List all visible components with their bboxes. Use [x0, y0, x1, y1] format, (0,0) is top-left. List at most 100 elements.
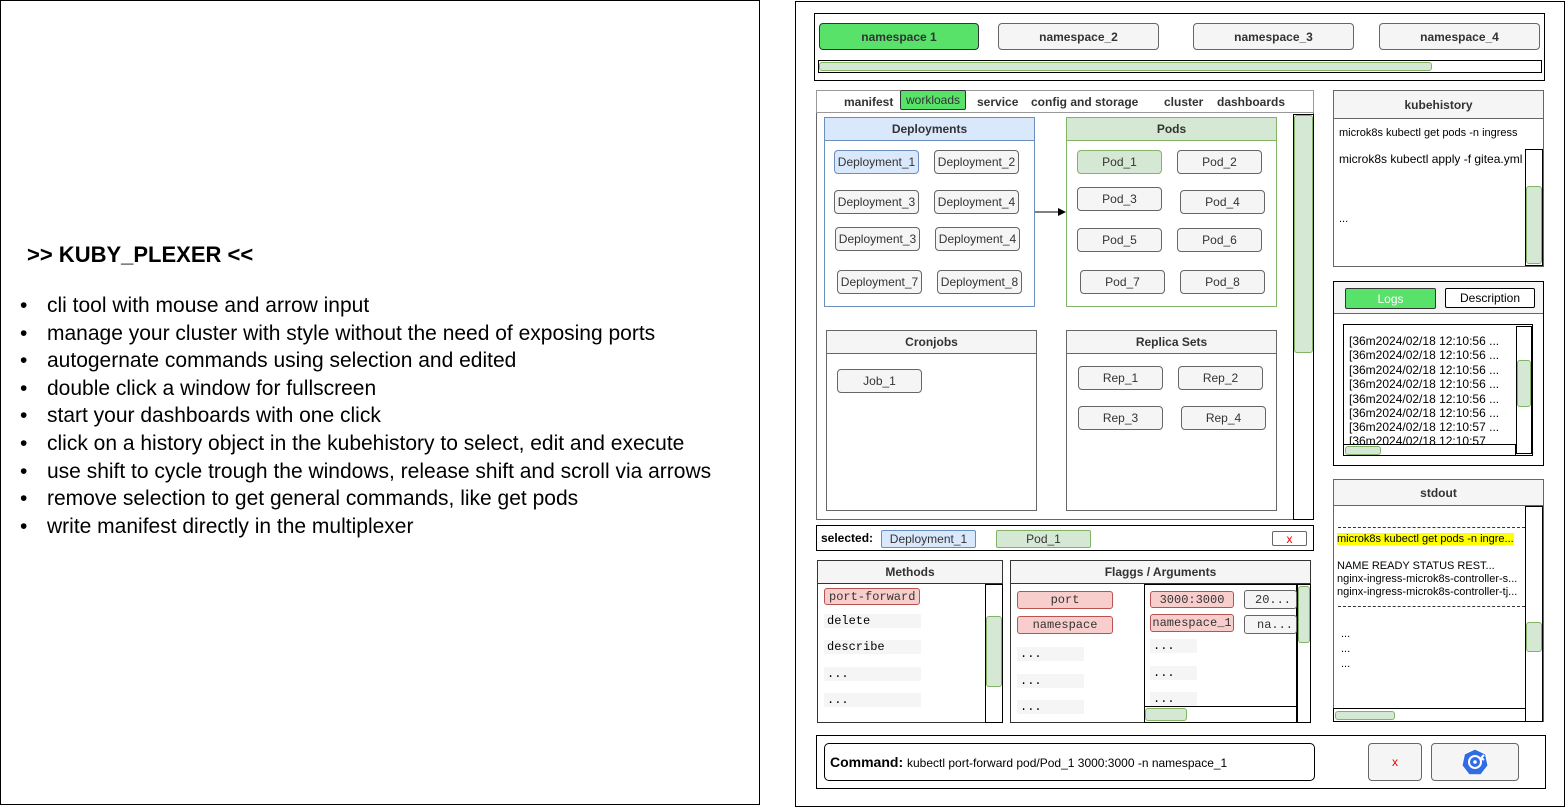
flag-extra-item[interactable]: 20... — [1244, 590, 1297, 609]
flag-name-item[interactable]: ... — [1017, 647, 1084, 661]
selected-deployment[interactable]: Deployment_1 — [881, 530, 976, 548]
pod-item[interactable]: Pod_7 — [1080, 270, 1165, 294]
stdout-dots: ... — [1341, 658, 1351, 670]
logs-scrollbar[interactable] — [1517, 360, 1531, 407]
stdout-dots: ... — [1341, 628, 1351, 640]
feature-item: cli tool with mouse and arrow input — [20, 292, 755, 320]
flag-value-item[interactable]: ... — [1150, 666, 1197, 680]
logs-content: [36m2024/02/18 12:10:56 ... [36m2024/02/… — [1343, 324, 1533, 456]
deployment-item[interactable]: Deployment_3 — [834, 190, 919, 214]
kubehistory-scrollbar[interactable] — [1526, 186, 1542, 264]
tab-config-storage[interactable]: config and storage — [1031, 95, 1138, 109]
kubehistory-title: kubehistory — [1333, 90, 1544, 119]
replicaset-item[interactable]: Rep_2 — [1178, 366, 1263, 390]
pod-item[interactable]: Pod_8 — [1180, 270, 1265, 294]
cronjobs-panel — [826, 330, 1037, 511]
log-line: [36m2024/02/18 12:10:56 ... — [1349, 392, 1500, 406]
flag-value-item[interactable]: namespace_1 — [1150, 614, 1234, 632]
cronjob-item[interactable]: Job_1 — [837, 369, 922, 393]
workloads-scrollbar[interactable] — [1294, 115, 1313, 353]
flags-scrollbar[interactable] — [1298, 586, 1310, 643]
pod-item[interactable]: Pod_6 — [1177, 228, 1262, 252]
namespace-scrollbar[interactable] — [819, 62, 1432, 71]
method-item[interactable]: ... — [824, 667, 921, 681]
deployment-item[interactable]: Deployment_3 — [835, 227, 920, 251]
pod-item[interactable]: Pod_5 — [1077, 228, 1162, 252]
method-item[interactable]: ... — [824, 693, 921, 707]
intro-title: >> KUBY_PLEXER << — [27, 242, 254, 267]
clear-selection-button[interactable]: x — [1272, 531, 1307, 546]
description-tab[interactable]: Description — [1445, 288, 1535, 308]
flag-name-item[interactable]: namespace — [1017, 616, 1113, 634]
namespace-tab-2[interactable]: namespace_2 — [998, 23, 1159, 50]
stdout-hscrollbar[interactable] — [1335, 711, 1395, 720]
stdout-scroll-track[interactable] — [1525, 506, 1543, 722]
tab-service[interactable]: service — [977, 95, 1018, 109]
selected-label: selected: — [821, 531, 874, 545]
deployment-item[interactable]: Deployment_1 — [834, 150, 919, 174]
stdout-row: nginx-ingress-microk8s-controller-s... — [1337, 573, 1518, 585]
stdout-panel — [1333, 479, 1544, 722]
flag-name-item[interactable]: ... — [1017, 700, 1084, 714]
deployment-item[interactable]: Deployment_4 — [934, 190, 1019, 214]
deployment-item[interactable]: Deployment_4 — [935, 227, 1020, 251]
pods-title: Pods — [1066, 117, 1277, 141]
deployment-item[interactable]: Deployment_7 — [837, 270, 922, 294]
feature-item: remove selection to get general commands… — [20, 485, 755, 513]
log-line: [36m2024/02/18 12:10:56 ... — [1349, 406, 1500, 420]
kubernetes-icon — [1461, 748, 1489, 776]
feature-item: click on a history object in the kubehis… — [20, 430, 755, 458]
clear-command-button[interactable]: x — [1368, 743, 1422, 781]
history-item[interactable]: ... — [1339, 213, 1348, 225]
feature-item: manage your cluster with style without t… — [20, 320, 755, 348]
replicaset-item[interactable]: Rep_4 — [1181, 406, 1266, 430]
flag-value-item[interactable]: ... — [1150, 692, 1197, 706]
replicaset-item[interactable]: Rep_3 — [1078, 406, 1163, 430]
namespace-tab-1[interactable]: namespace 1 — [819, 23, 979, 50]
feature-list: cli tool with mouse and arrow input mana… — [20, 292, 755, 540]
flags-hscrollbar[interactable] — [1145, 708, 1187, 721]
cronjobs-title: Cronjobs — [826, 330, 1037, 354]
stdout-header: NAME READY STATUS REST... — [1337, 560, 1495, 572]
namespace-tab-4[interactable]: namespace_4 — [1379, 23, 1540, 50]
log-line: [36m2024/02/18 12:10:56 ... — [1349, 377, 1500, 391]
methods-scrollbar[interactable] — [986, 616, 1002, 687]
tab-cluster[interactable]: cluster — [1164, 95, 1203, 109]
tab-manifest[interactable]: manifest — [844, 95, 893, 109]
log-line: [36m2024/02/18 12:10:56 ... — [1349, 363, 1500, 377]
stdout-title: stdout — [1333, 479, 1544, 506]
flag-value-item[interactable]: 3000:3000 — [1150, 591, 1234, 608]
flag-name-item[interactable]: ... — [1017, 674, 1084, 688]
execute-button[interactable] — [1431, 743, 1519, 781]
method-item[interactable]: describe — [824, 640, 921, 654]
command-text[interactable]: kubectl port-forward pod/Pod_1 3000:3000… — [907, 756, 1227, 770]
flag-extra-item[interactable]: na... — [1244, 615, 1297, 634]
pod-item[interactable]: Pod_1 — [1077, 150, 1162, 174]
pod-item[interactable]: Pod_4 — [1180, 190, 1265, 214]
deployments-title: Deployments — [824, 117, 1035, 141]
pod-item[interactable]: Pod_3 — [1077, 187, 1162, 211]
history-item[interactable]: microk8s kubectl get pods -n ingress — [1339, 127, 1518, 139]
deployment-item[interactable]: Deployment_8 — [937, 270, 1022, 294]
replicaset-item[interactable]: Rep_1 — [1078, 366, 1163, 390]
flag-name-item[interactable]: port — [1017, 591, 1113, 609]
tab-dashboards[interactable]: dashboards — [1217, 95, 1285, 109]
method-item[interactable]: port-forward — [824, 588, 920, 605]
stdout-scrollbar[interactable] — [1526, 622, 1542, 652]
logs-hscrollbar[interactable] — [1345, 446, 1381, 455]
log-line: [36m2024/02/18 12:10:56 ... — [1349, 334, 1500, 348]
pod-item[interactable]: Pod_2 — [1177, 150, 1262, 174]
deployment-item[interactable]: Deployment_2 — [934, 150, 1019, 174]
feature-item: start your dashboards with one click — [20, 402, 755, 430]
tab-workloads[interactable]: workloads — [900, 90, 966, 110]
feature-item: write manifest directly in the multiplex… — [20, 513, 755, 541]
history-item[interactable]: microk8s kubectl apply -f gitea.yml — [1339, 152, 1522, 166]
stdout-divider — [1338, 606, 1525, 607]
selected-pod[interactable]: Pod_1 — [996, 530, 1091, 548]
logs-tab[interactable]: Logs — [1345, 288, 1436, 309]
flag-value-item[interactable]: ... — [1150, 639, 1197, 653]
flags-title: Flaggs / Arguments — [1010, 560, 1311, 584]
namespace-tab-3[interactable]: namespace_3 — [1193, 23, 1354, 50]
method-item[interactable]: delete — [824, 614, 921, 628]
arrow-icon — [1035, 208, 1066, 216]
